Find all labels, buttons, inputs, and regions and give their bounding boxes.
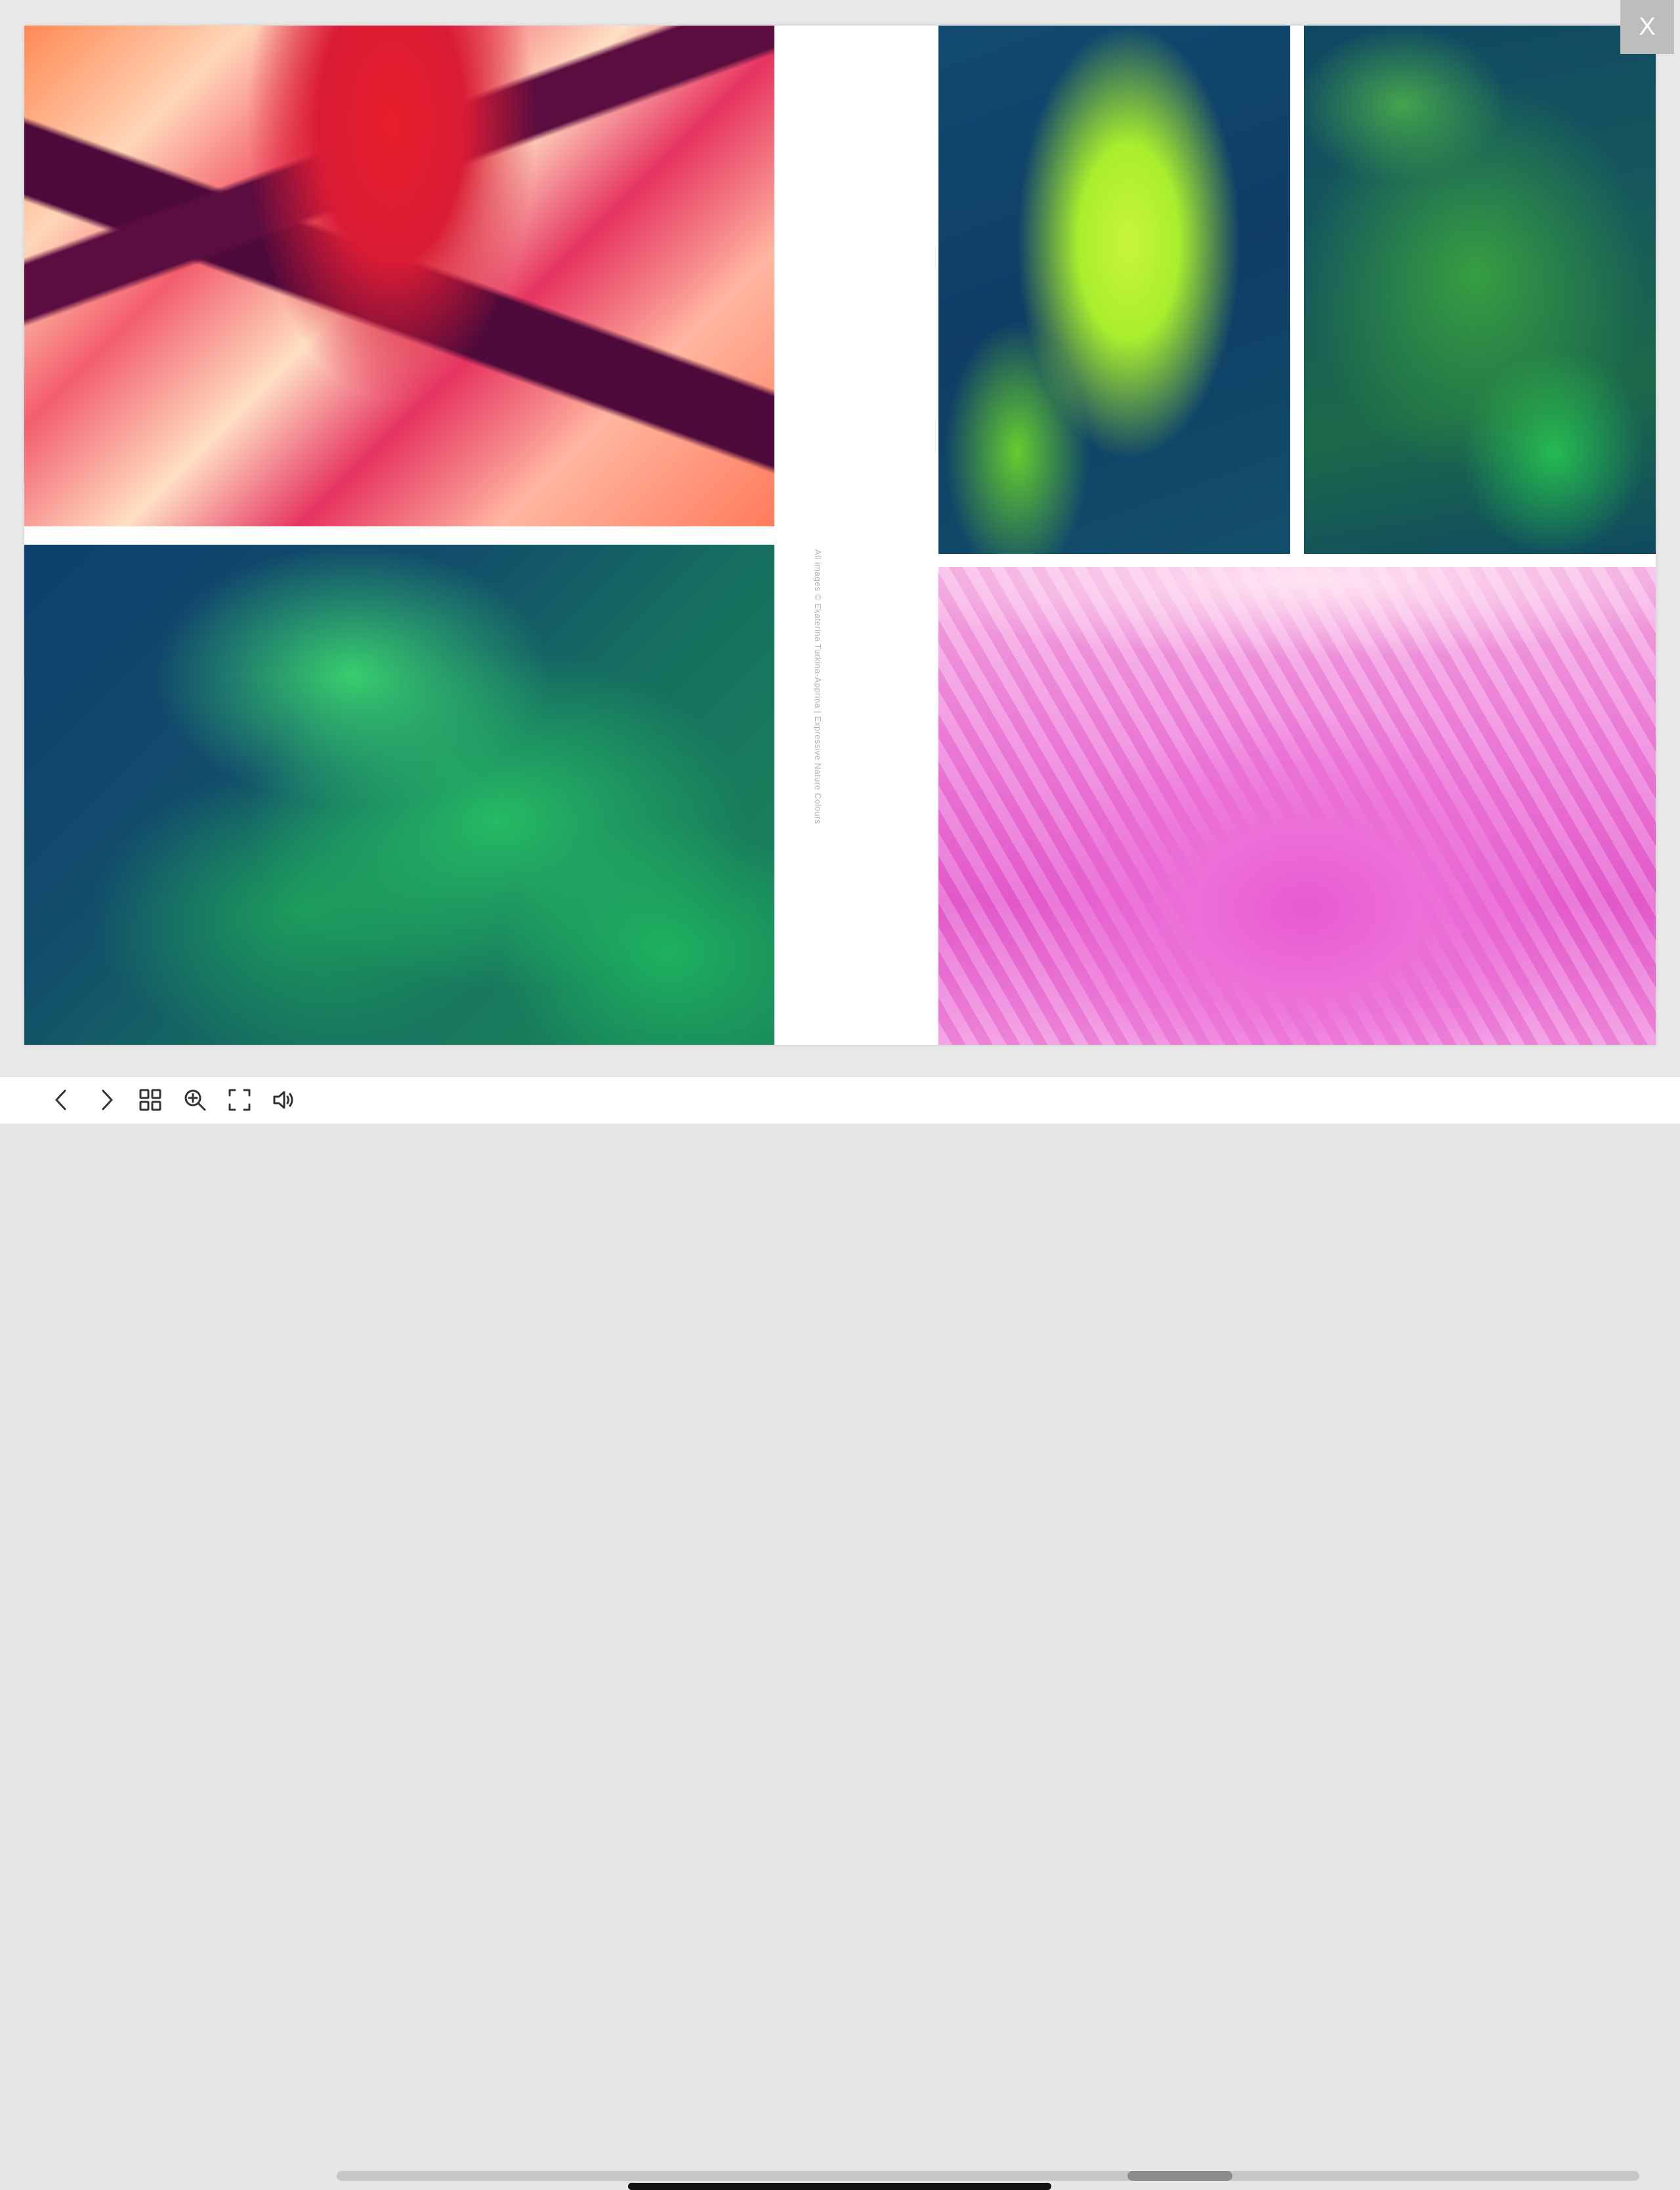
- photo-green-leaves: [24, 545, 774, 1045]
- chevron-right-icon: [102, 1089, 113, 1110]
- image-credit: All images © Ekaterina Turkina-Apprina |…: [813, 549, 823, 824]
- home-indicator: [628, 2183, 1051, 2190]
- photo-monstera-green: [1304, 26, 1656, 554]
- flipbook-viewer: All images © Ekaterina Turkina-Apprina |…: [0, 0, 1680, 1076]
- page-scrollbar[interactable]: [337, 2171, 1639, 2181]
- photo-pink-protea: [938, 567, 1656, 1045]
- zoom-in-button[interactable]: [178, 1084, 211, 1116]
- chevron-left-icon: [55, 1089, 66, 1110]
- next-page-button[interactable]: [90, 1084, 123, 1116]
- magazine-spread[interactable]: All images © Ekaterina Turkina-Apprina |…: [24, 26, 1656, 1045]
- thumbnails-button[interactable]: [134, 1084, 167, 1116]
- photo-lime-calla: [938, 26, 1290, 554]
- scrollbar-thumb[interactable]: [1127, 2171, 1232, 2181]
- speaker-icon: [273, 1091, 293, 1109]
- photo-agave-red: [24, 26, 774, 526]
- grid-icon: [139, 1089, 161, 1111]
- zoom-in-icon: [184, 1089, 206, 1111]
- previous-page-button[interactable]: [45, 1084, 78, 1116]
- sound-button[interactable]: [268, 1084, 301, 1116]
- fullscreen-button[interactable]: [223, 1084, 256, 1116]
- fullscreen-icon: [228, 1089, 251, 1111]
- bottom-toolbar: [0, 1076, 1680, 2190]
- close-button[interactable]: X: [1620, 0, 1674, 54]
